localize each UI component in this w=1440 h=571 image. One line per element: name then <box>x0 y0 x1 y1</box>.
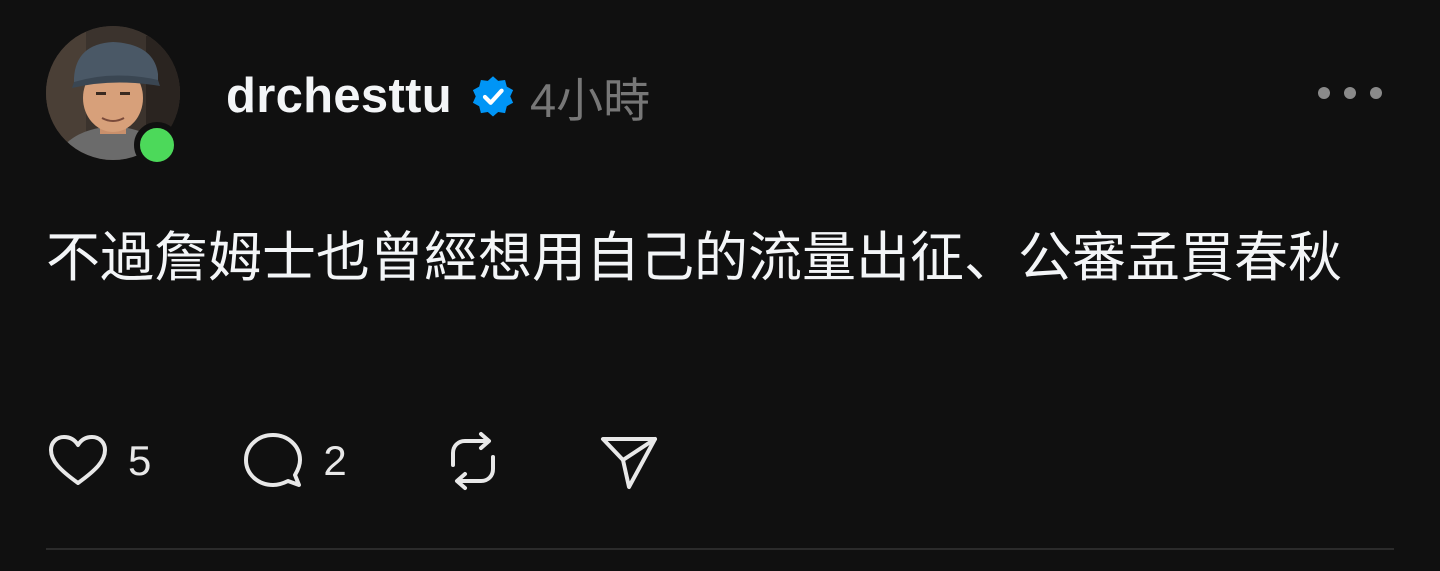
like-button[interactable]: 5 <box>46 429 151 493</box>
heart-icon <box>49 435 107 485</box>
online-status-dot <box>134 122 180 168</box>
verified-icon <box>472 76 514 117</box>
post-actions: 5 2 <box>46 428 661 494</box>
post-header: drchesttu 4小時 <box>226 66 650 127</box>
thread-post: drchesttu 4小時 不過詹姆士也曾經想用自己的流量出征、公審孟買春秋 5… <box>0 0 1440 571</box>
username[interactable]: drchesttu <box>226 68 452 124</box>
more-icon-dot <box>1344 87 1356 99</box>
comment-icon <box>244 433 303 487</box>
share-button[interactable] <box>597 429 661 493</box>
more-icon-dot <box>1318 87 1330 99</box>
repost-icon <box>450 432 495 490</box>
repost-button[interactable] <box>441 429 505 493</box>
post-timestamp: 4小時 <box>529 73 651 127</box>
more-options-button[interactable] <box>1318 78 1382 108</box>
like-count: 5 <box>128 437 152 484</box>
post-divider <box>46 548 1394 550</box>
share-icon <box>600 437 657 489</box>
reply-count: 2 <box>323 437 347 484</box>
more-icon-dot <box>1370 87 1382 99</box>
avatar[interactable] <box>46 26 184 168</box>
reply-button[interactable]: 2 <box>241 429 347 493</box>
post-text: 不過詹姆士也曾經想用自己的流量出征、公審孟買春秋 <box>46 226 1342 289</box>
